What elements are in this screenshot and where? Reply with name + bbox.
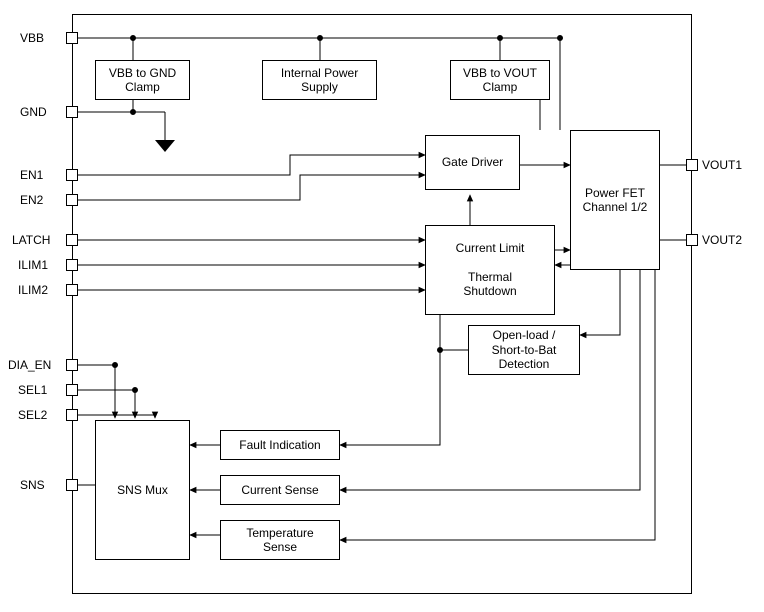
diagram-canvas: VBB to GND Clamp Internal Power Supply V… <box>0 0 764 612</box>
pin-latch <box>66 234 78 246</box>
block-current-limit: Current Limit Thermal Shutdown <box>425 225 555 315</box>
block-vbb-vout-clamp: VBB to VOUT Clamp <box>450 60 550 100</box>
label-gnd: GND <box>20 105 47 119</box>
pin-ilim1 <box>66 259 78 271</box>
label-vbb: VBB <box>20 31 44 45</box>
pin-en1 <box>66 169 78 181</box>
label-vout2: VOUT2 <box>702 233 742 247</box>
block-fault-indication: Fault Indication <box>220 430 340 460</box>
label-latch: LATCH <box>12 233 50 247</box>
block-temperature-sense: Temperature Sense <box>220 520 340 560</box>
label-dia-en: DIA_EN <box>8 358 51 372</box>
pin-sns <box>66 479 78 491</box>
label-ilim1: ILIM1 <box>18 258 48 272</box>
pin-sel2 <box>66 409 78 421</box>
label-ilim2: ILIM2 <box>18 283 48 297</box>
pin-gnd <box>66 106 78 118</box>
block-sns-mux: SNS Mux <box>95 420 190 560</box>
block-current-sense: Current Sense <box>220 475 340 505</box>
pin-en2 <box>66 194 78 206</box>
block-internal-power-supply: Internal Power Supply <box>262 60 377 100</box>
pin-sel1 <box>66 384 78 396</box>
label-en1: EN1 <box>20 168 43 182</box>
pin-vbb <box>66 32 78 44</box>
pin-vout2 <box>686 234 698 246</box>
label-en2: EN2 <box>20 193 43 207</box>
block-vbb-gnd-clamp: VBB to GND Clamp <box>95 60 190 100</box>
label-vout1: VOUT1 <box>702 158 742 172</box>
block-gate-driver: Gate Driver <box>425 135 520 190</box>
label-sns: SNS <box>20 478 45 492</box>
block-open-load: Open-load / Short-to-Bat Detection <box>468 325 580 375</box>
block-power-fet: Power FET Channel 1/2 <box>570 130 660 270</box>
label-sel2: SEL2 <box>18 408 47 422</box>
pin-dia-en <box>66 359 78 371</box>
pin-ilim2 <box>66 284 78 296</box>
label-sel1: SEL1 <box>18 383 47 397</box>
pin-vout1 <box>686 159 698 171</box>
